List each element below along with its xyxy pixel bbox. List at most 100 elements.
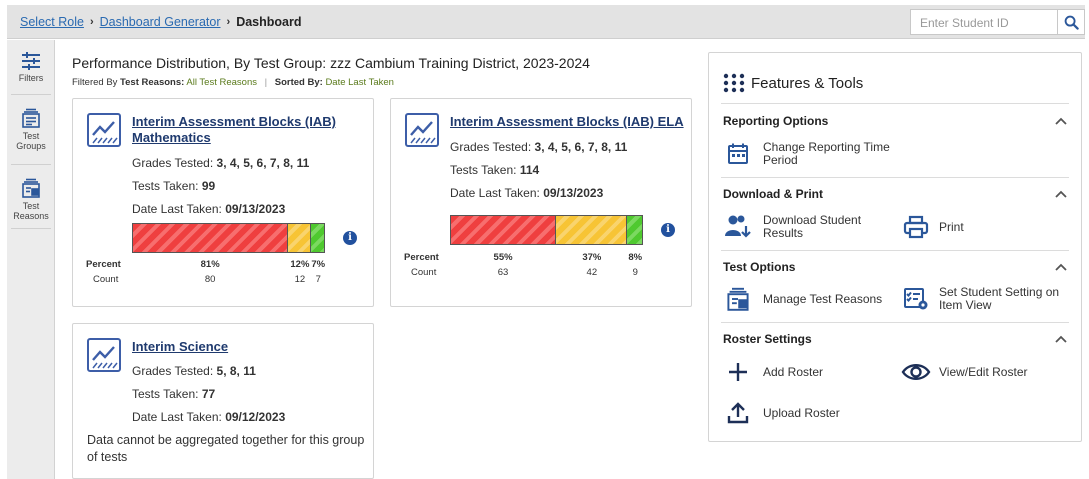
filter-summary: Filtered By Test Reasons: All Test Reaso…: [72, 77, 394, 88]
view-edit-roster-button[interactable]: View/Edit Roster: [901, 358, 1027, 386]
distribution-segment[interactable]: [556, 216, 627, 244]
settings-list-icon: [901, 285, 931, 313]
filters-icon: [22, 52, 40, 70]
chevron-up-icon[interactable]: [1054, 334, 1068, 344]
filtered-by-label: Filtered By: [72, 77, 118, 88]
date-last-taken: Date Last Taken: 09/12/2023: [132, 410, 286, 424]
rail-test-reasons-button[interactable]: Test Reasons: [7, 178, 55, 221]
calendar-icon: [723, 140, 753, 168]
upload-roster-button[interactable]: Upload Roster: [723, 399, 840, 427]
page-title: Performance Distribution, By Test Group:…: [72, 55, 590, 71]
search-icon: [1064, 15, 1079, 30]
tests-taken: Tests Taken: 77: [132, 387, 216, 401]
breadcrumb-dashboard-generator[interactable]: Dashboard Generator: [100, 15, 221, 29]
change-reporting-period-button[interactable]: Change Reporting Time Period: [723, 140, 893, 168]
distribution-percent: 81%: [200, 259, 220, 270]
breadcrumb-separator-icon: ›: [226, 16, 231, 28]
set-student-setting-button[interactable]: Set Student Setting on Item View: [901, 285, 1064, 313]
percent-row-label: Percent: [86, 259, 121, 270]
chevron-up-icon[interactable]: [1054, 262, 1068, 272]
test-group-title-link[interactable]: Interim Assessment Blocks (IAB) ELA: [450, 114, 684, 130]
rail-filters-button[interactable]: Filters: [7, 52, 55, 83]
download-print-heading[interactable]: Download & Print: [723, 187, 823, 201]
add-roster-button[interactable]: Add Roster: [723, 358, 823, 386]
trend-chart-icon: [405, 113, 439, 147]
performance-distribution-bar[interactable]: [450, 215, 643, 245]
chevron-up-icon[interactable]: [1054, 189, 1068, 199]
download-student-results-button[interactable]: Download Student Results: [723, 213, 873, 241]
test-reasons-value[interactable]: All Test Reasons: [186, 77, 257, 88]
distribution-count: 80: [204, 274, 216, 285]
distribution-segment[interactable]: [626, 216, 642, 244]
distribution-count: 9: [632, 267, 638, 278]
manage-test-reasons-button[interactable]: Manage Test Reasons: [723, 285, 882, 313]
search-button[interactable]: [1058, 9, 1085, 35]
trend-chart-icon: [87, 338, 121, 372]
roster-settings-heading[interactable]: Roster Settings: [723, 332, 812, 346]
test-group-title-link[interactable]: Interim Assessment Blocks (IAB) Mathemat…: [132, 114, 336, 146]
sorted-by-label: Sorted By:: [274, 77, 323, 88]
rail-test-groups-label: Test Groups: [16, 131, 46, 151]
breadcrumb-current: Dashboard: [236, 15, 302, 29]
tests-taken: Tests Taken: 99: [132, 179, 216, 193]
test-reasons-icon: [22, 178, 40, 198]
grades-tested: Grades Tested: 3, 4, 5, 6, 7, 8, 11: [450, 140, 628, 154]
features-tools-title: Features & Tools: [723, 73, 863, 93]
aggregation-note: Data cannot be aggregated together for t…: [87, 433, 365, 464]
distribution-percent: 55%: [493, 252, 513, 263]
date-last-taken: Date Last Taken: 09/13/2023: [450, 186, 604, 200]
count-row-label: Count: [93, 274, 119, 285]
breadcrumb-select-role[interactable]: Select Role: [20, 15, 84, 29]
print-button[interactable]: Print: [901, 213, 964, 241]
tests-taken: Tests Taken: 114: [450, 163, 540, 177]
test-group-card-ela: Interim Assessment Blocks (IAB) ELA Grad…: [390, 98, 692, 307]
trend-chart-icon: [87, 113, 121, 147]
distribution-segment[interactable]: [287, 224, 311, 252]
upload-icon: [723, 399, 753, 427]
rail-filters-label: Filters: [18, 73, 44, 83]
test-group-card-math: Interim Assessment Blocks (IAB) Mathemat…: [72, 98, 374, 307]
distribution-count: 42: [586, 267, 598, 278]
sorted-by-value[interactable]: Date Last Taken: [325, 77, 393, 88]
distribution-percent: 7%: [311, 259, 326, 270]
percent-row-label: Percent: [404, 252, 439, 263]
performance-distribution-bar[interactable]: [132, 223, 325, 253]
test-groups-icon: [22, 108, 40, 128]
dots-grid-icon: [723, 73, 745, 93]
left-rail: Filters Test Groups Test Reasons: [7, 40, 55, 479]
distribution-count: 63: [497, 267, 509, 278]
student-id-search-input[interactable]: Enter Student ID: [910, 9, 1058, 35]
info-icon[interactable]: i: [343, 231, 357, 245]
distribution-count: 7: [315, 274, 321, 285]
download-users-icon: [723, 213, 753, 241]
rail-test-groups-button[interactable]: Test Groups: [7, 108, 55, 151]
test-reasons-icon: [723, 285, 753, 313]
distribution-segment[interactable]: [310, 224, 324, 252]
distribution-segment[interactable]: [133, 224, 288, 252]
features-tools-panel: Features & Tools Reporting Options Chang…: [708, 52, 1082, 442]
test-reasons-label: Test Reasons:: [120, 77, 185, 88]
distribution-percent: 37%: [582, 252, 602, 263]
count-row-label: Count: [411, 267, 437, 278]
distribution-percent: 8%: [628, 252, 643, 263]
breadcrumb-separator-icon: ›: [89, 16, 94, 28]
eye-icon: [901, 358, 931, 386]
test-options-heading[interactable]: Test Options: [723, 260, 795, 274]
grades-tested: Grades Tested: 5, 8, 11: [132, 364, 256, 378]
info-icon[interactable]: i: [661, 223, 675, 237]
rail-divider: [11, 164, 51, 165]
breadcrumb: Select Role › Dashboard Generator › Dash…: [20, 15, 301, 29]
chevron-up-icon[interactable]: [1054, 116, 1068, 126]
plus-icon: [723, 358, 753, 386]
rail-divider: [11, 228, 51, 229]
test-group-card-science: Interim Science Grades Tested: 5, 8, 11 …: [72, 323, 374, 479]
printer-icon: [901, 213, 931, 241]
grades-tested: Grades Tested: 3, 4, 5, 6, 7, 8, 11: [132, 156, 310, 170]
top-bar: Select Role › Dashboard Generator › Dash…: [7, 5, 1085, 39]
rail-test-reasons-label: Test Reasons: [13, 201, 49, 221]
rail-divider: [11, 94, 51, 95]
reporting-options-heading[interactable]: Reporting Options: [723, 114, 828, 128]
date-last-taken: Date Last Taken: 09/13/2023: [132, 202, 286, 216]
test-group-title-link[interactable]: Interim Science: [132, 339, 228, 355]
distribution-segment[interactable]: [451, 216, 557, 244]
